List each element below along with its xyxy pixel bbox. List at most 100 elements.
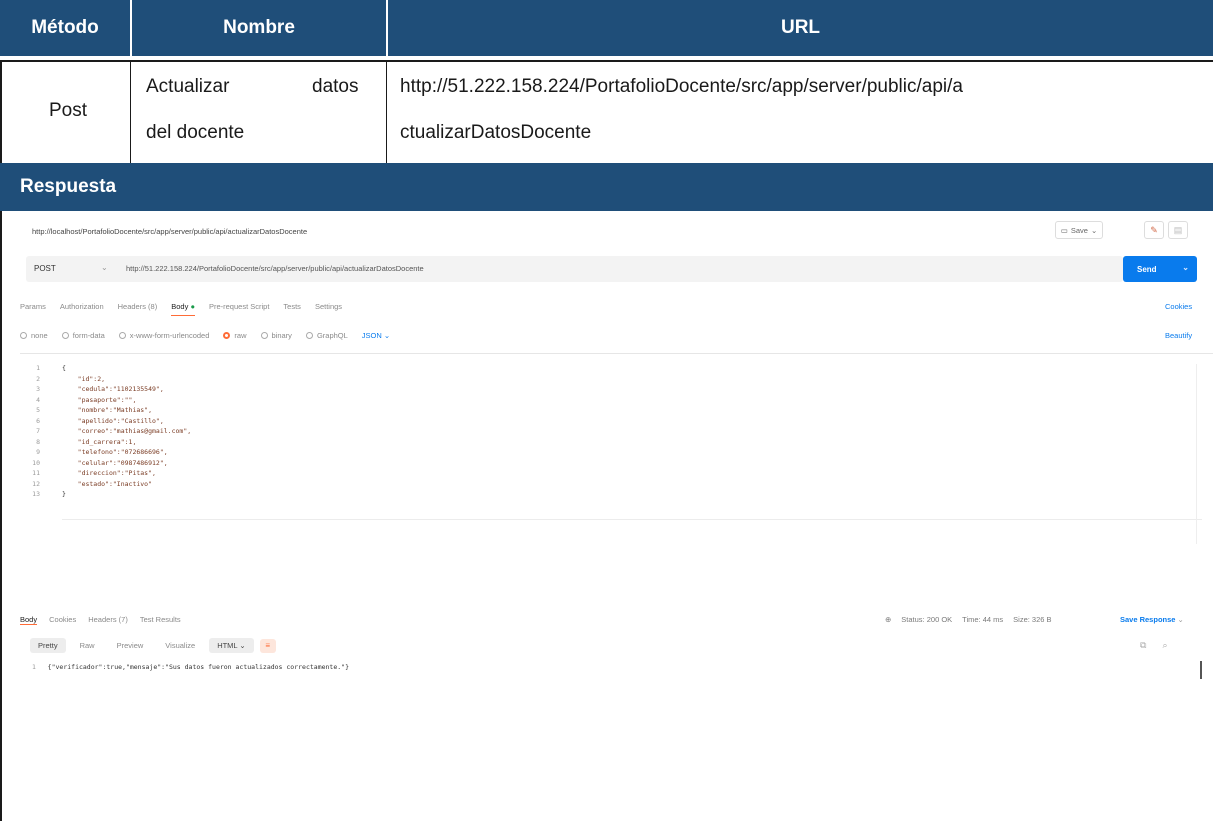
cookies-link[interactable]: Cookies [1165, 302, 1192, 311]
radio-urlencoded[interactable]: x-www-form-urlencoded [118, 331, 210, 340]
format-preview[interactable]: Preview [109, 638, 152, 653]
tab-authorization[interactable]: Authorization [60, 302, 104, 316]
url-value-line1: http://51.222.158.224/PortafolioDocente/… [400, 76, 963, 97]
response-status-bar: ⊕ Status: 200 OK Time: 44 ms Size: 326 B [885, 615, 1052, 624]
request-tabs: Params Authorization Headers (8) Body ● … [20, 302, 342, 316]
line-number: 3 [36, 385, 40, 393]
response-body: 1 {"verificador":true,"mensaje":"Sus dat… [32, 663, 349, 671]
cell-border [0, 62, 2, 164]
radio-icon [260, 332, 268, 339]
line-number-gutter: 1 2 3 4 5 6 7 8 9 10 11 12 13 [20, 364, 48, 501]
radio-icon [118, 332, 126, 339]
tab-response-headers[interactable]: Headers (7) [88, 615, 128, 625]
editor-scrollbar[interactable] [1196, 364, 1206, 544]
body-format-select[interactable]: JSON ⌄ [362, 331, 390, 340]
code-line: "telefono":"072686696", [62, 448, 168, 456]
line-number: 1 [36, 364, 40, 372]
format-pretty[interactable]: Pretty [30, 638, 66, 653]
code-content: { "id":2, "cedula":"1102135549", "pasapo… [62, 364, 191, 501]
code-line: "celular":"0987486912", [62, 458, 168, 467]
radio-raw[interactable]: raw [223, 331, 247, 340]
code-line: "id_carrera":1, [62, 437, 137, 446]
active-line-highlight [62, 519, 1202, 520]
cell-border [0, 211, 2, 821]
respuesta-header: Respuesta [0, 163, 1213, 211]
code-line: "apellido":"Castillo", [62, 416, 164, 425]
radio-none[interactable]: none [20, 331, 48, 340]
chevron-down-icon: ⌄ [1177, 615, 1184, 624]
code-line: "id":2, [62, 374, 106, 383]
code-line: "correo":"mathias@gmail.com", [62, 427, 192, 435]
line-number: 10 [32, 458, 40, 467]
edit-icon[interactable]: ✎ [1144, 221, 1164, 239]
request-body-editor[interactable]: 1 2 3 4 5 6 7 8 9 10 11 12 13 { "id":2, … [20, 353, 1213, 583]
radio-label: x-www-form-urlencoded [129, 331, 210, 340]
tab-headers[interactable]: Headers (8) [118, 302, 158, 316]
radio-binary[interactable]: binary [260, 331, 292, 340]
cell-border [386, 62, 387, 164]
postman-screenshot: http://localhost/PortafolioDocente/src/a… [20, 213, 1213, 821]
nombre-value-line2: del docente [146, 122, 245, 143]
radio-graphql[interactable]: GraphQL [305, 331, 348, 340]
line-number: 5 [36, 406, 40, 414]
chevron-down-icon: ⌄ [1090, 225, 1098, 235]
header-nombre: Nombre [223, 17, 295, 38]
size-text: Size: 326 B [1013, 615, 1052, 624]
tab-test-results[interactable]: Test Results [140, 615, 181, 625]
save-button[interactable]: ▭ Save ⌄ [1055, 221, 1103, 239]
method-select[interactable]: POST [34, 264, 56, 273]
code-line: "nombre":"Mathias", [62, 406, 153, 414]
line-number: 9 [36, 448, 40, 456]
response-format-bar: Pretty Raw Preview Visualize HTML ⌄ ≡ [30, 638, 276, 653]
search-icon[interactable]: ⌕ [1162, 640, 1167, 651]
tab-params[interactable]: Params [20, 302, 46, 316]
radio-label: GraphQL [316, 331, 348, 340]
radio-icon [20, 332, 27, 339]
code-line: { [62, 364, 66, 372]
line-number: 11 [32, 469, 40, 477]
tab-pre-request-script[interactable]: Pre-request Script [209, 302, 269, 316]
chevron-down-icon[interactable]: ⌄ [1182, 263, 1189, 272]
line-number: 2 [36, 374, 40, 383]
url-input[interactable]: http://51.222.158.224/PortafolioDocente/… [126, 264, 424, 273]
code-line: "estado":"Inactivo" [62, 479, 153, 488]
radio-label: none [31, 331, 48, 340]
request-bar: POST ⌄ http://51.222.158.224/PortafolioD… [26, 256, 1123, 282]
line-number: 12 [32, 479, 40, 488]
response-scrollbar[interactable] [1200, 661, 1202, 679]
line-number: 6 [36, 416, 40, 425]
tab-response-cookies[interactable]: Cookies [49, 615, 76, 625]
wrap-lines-icon[interactable]: ≡ [259, 638, 276, 653]
code-line: } [62, 490, 66, 498]
line-number: 13 [32, 490, 40, 498]
tab-tests[interactable]: Tests [283, 302, 301, 316]
nombre-value-part1: Actualizar [146, 76, 230, 97]
send-button[interactable]: Send ⌄ [1123, 256, 1197, 282]
body-type-options: none form-data x-www-form-urlencoded raw… [20, 331, 390, 340]
chevron-down-icon: ⌄ [239, 641, 246, 650]
response-format-select[interactable]: HTML ⌄ [209, 638, 254, 653]
save-icon: ▭ [1060, 225, 1068, 235]
line-number: 4 [36, 395, 40, 404]
format-raw[interactable]: Raw [72, 638, 103, 653]
format-visualize[interactable]: Visualize [157, 638, 203, 653]
radio-form-data[interactable]: form-data [61, 331, 105, 340]
radio-label: raw [234, 331, 247, 340]
save-response-label: Save Response [1120, 615, 1176, 624]
active-dot-icon: ● [190, 302, 195, 311]
doc-icon[interactable]: ▤ [1168, 221, 1188, 239]
tab-settings[interactable]: Settings [315, 302, 342, 316]
save-response-button[interactable]: Save Response ⌄ [1120, 615, 1184, 624]
metodo-value: Post [49, 100, 88, 121]
tab-response-body[interactable]: Body [20, 615, 38, 625]
radio-icon [305, 332, 313, 339]
copy-icon[interactable]: ⧉ [1140, 640, 1146, 651]
table-data-row: Post Actualizar datos del docente http:/… [0, 60, 1213, 164]
cell-border [130, 62, 131, 164]
code-line: "pasaporte":"", [62, 395, 137, 404]
document-table: Método Nombre URL Post Actualizar datos … [0, 0, 1213, 821]
beautify-button[interactable]: Beautify [1165, 331, 1192, 340]
time-text: Time: 44 ms [962, 615, 1004, 624]
tab-body[interactable]: Body ● [171, 302, 195, 316]
chevron-down-icon[interactable]: ⌄ [101, 263, 108, 272]
